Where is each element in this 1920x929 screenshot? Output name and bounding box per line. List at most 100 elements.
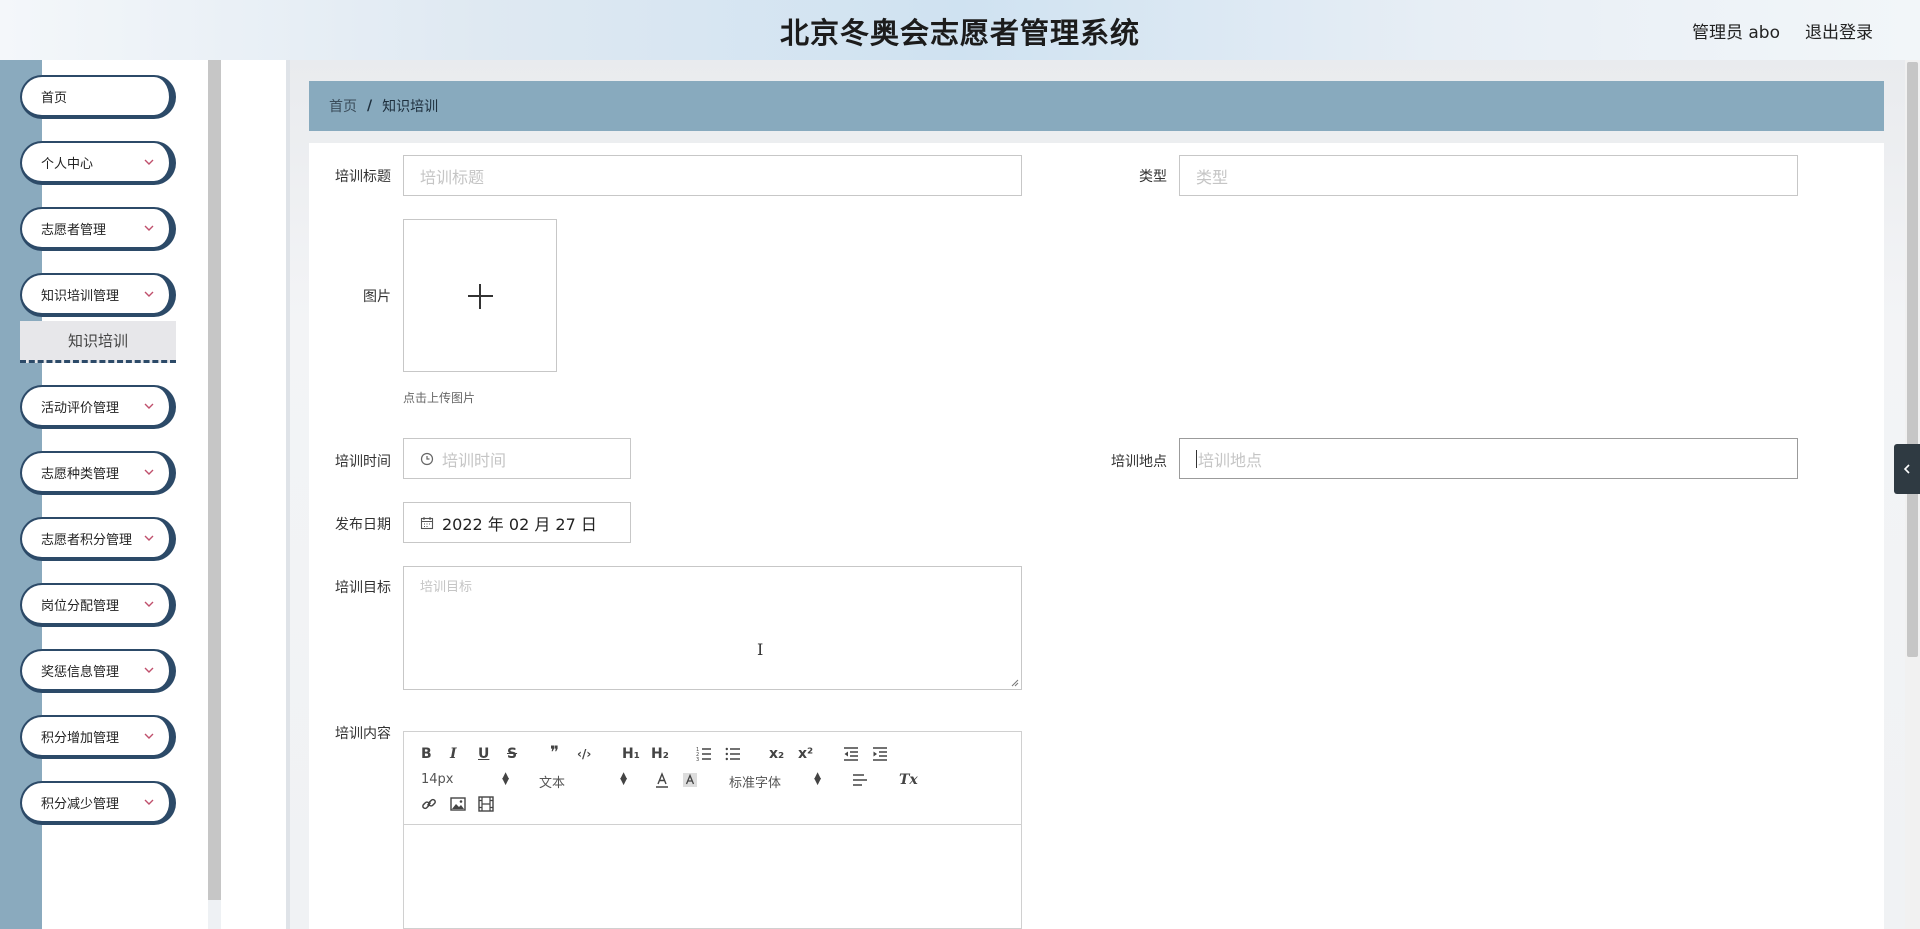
title-label: 培训标题 bbox=[335, 169, 391, 185]
chevron-down-icon bbox=[144, 403, 154, 409]
type-input[interactable]: 类型 bbox=[1179, 155, 1798, 196]
sidebar-item-personal-center[interactable]: 个人中心 bbox=[20, 141, 176, 185]
heading1-button[interactable]: H₁ bbox=[622, 746, 640, 762]
video-icon[interactable] bbox=[478, 796, 494, 812]
publish-date-label: 发布日期 bbox=[335, 517, 391, 533]
rich-text-editor[interactable]: B I U S ❞ ‹/› H₁ H₂ 123 x₂ x² 14px ▲ ▼ 文本… bbox=[403, 731, 1022, 929]
header-user-area: 管理员 abo 退出登录 bbox=[1692, 18, 1873, 43]
sidebar-item-label: 积分增加管理 bbox=[41, 730, 120, 746]
page-scrollbar-thumb[interactable] bbox=[1907, 62, 1918, 657]
logout-link[interactable]: 退出登录 bbox=[1805, 18, 1873, 43]
time-picker[interactable]: 培训时间 bbox=[403, 438, 631, 479]
title-input[interactable]: 培训标题 bbox=[403, 155, 1022, 196]
upload-hint: 点击上传图片 bbox=[403, 391, 476, 405]
calendar-icon bbox=[420, 516, 434, 529]
sidebar-item-home[interactable]: 首页 bbox=[20, 75, 176, 119]
app-title: 北京冬奥会志愿者管理系统 bbox=[779, 16, 1140, 50]
chevron-down-icon bbox=[144, 733, 154, 739]
chevron-up-icon bbox=[144, 291, 154, 297]
time-label: 培训时间 bbox=[335, 454, 391, 470]
superscript-button[interactable]: x² bbox=[798, 746, 813, 762]
chevron-down-icon bbox=[144, 799, 154, 805]
content-label: 培训内容 bbox=[335, 726, 391, 742]
indent-icon[interactable] bbox=[872, 746, 888, 762]
side-panel-toggle[interactable] bbox=[1894, 444, 1920, 494]
sidebar-item-reward-mgmt[interactable]: 奖惩信息管理 bbox=[20, 649, 176, 693]
chevron-down-icon bbox=[144, 469, 154, 475]
sidebar-scrollbar[interactable] bbox=[208, 60, 221, 900]
chevron-down-icon bbox=[144, 535, 154, 541]
sidebar-item-label: 志愿种类管理 bbox=[41, 466, 120, 482]
clear-format-button[interactable]: Tx bbox=[899, 772, 918, 788]
breadcrumb-current: 知识培训 bbox=[382, 99, 439, 115]
font-size-value: 14px bbox=[421, 772, 454, 787]
clock-icon bbox=[420, 452, 434, 465]
sidebar-item-label: 首页 bbox=[41, 90, 68, 106]
sidebar-item-label: 知识培训管理 bbox=[41, 288, 120, 304]
strikethrough-button[interactable]: S bbox=[507, 746, 517, 762]
bold-button[interactable]: B bbox=[421, 746, 432, 762]
sidebar-item-label: 活动评价管理 bbox=[41, 400, 120, 416]
background-color-icon[interactable] bbox=[682, 772, 698, 788]
align-left-icon[interactable] bbox=[852, 772, 868, 788]
font-family-value: 标准字体 bbox=[729, 776, 782, 791]
text-caret bbox=[1196, 449, 1197, 468]
location-placeholder: 培训地点 bbox=[1198, 450, 1263, 470]
chevron-left-icon bbox=[1903, 464, 1910, 474]
svg-text:3: 3 bbox=[696, 757, 699, 762]
subscript-button[interactable]: x₂ bbox=[769, 746, 784, 762]
breadcrumb-separator: / bbox=[367, 98, 373, 114]
location-input[interactable]: 培训地点 bbox=[1179, 438, 1798, 479]
sidebar-item-points-add-mgmt[interactable]: 积分增加管理 bbox=[20, 715, 176, 759]
sidebar-item-label: 奖惩信息管理 bbox=[41, 664, 120, 680]
chevron-down-icon bbox=[144, 667, 154, 673]
image-upload-button[interactable] bbox=[403, 219, 557, 372]
chevron-down-icon bbox=[144, 225, 154, 231]
font-size-select[interactable]: 14px ▲ ▼ bbox=[421, 771, 509, 788]
image-icon[interactable] bbox=[450, 796, 466, 812]
block-type-select[interactable]: 文本 ▲ ▼ bbox=[539, 771, 627, 792]
time-placeholder: 培训时间 bbox=[442, 450, 507, 470]
bullet-list-icon[interactable] bbox=[725, 746, 741, 762]
breadcrumb-home[interactable]: 首页 bbox=[329, 96, 357, 116]
sidebar-gutter bbox=[221, 60, 288, 929]
sidebar-item-label: 积分减少管理 bbox=[41, 796, 120, 812]
link-icon[interactable] bbox=[421, 796, 437, 812]
sidebar-item-training-mgmt[interactable]: 知识培训管理 bbox=[20, 273, 176, 317]
font-color-icon[interactable] bbox=[654, 772, 670, 788]
chevron-down-icon bbox=[144, 601, 154, 607]
sidebar-item-category-mgmt[interactable]: 志愿种类管理 bbox=[20, 451, 176, 495]
type-placeholder: 类型 bbox=[1196, 167, 1229, 187]
ordered-list-icon[interactable]: 123 bbox=[696, 746, 712, 762]
sidebar-item-position-mgmt[interactable]: 岗位分配管理 bbox=[20, 583, 176, 627]
sidebar-item-label: 志愿者管理 bbox=[41, 222, 107, 238]
blockquote-button[interactable]: ❞ bbox=[550, 745, 559, 762]
sidebar-item-evaluation-mgmt[interactable]: 活动评价管理 bbox=[20, 385, 176, 429]
goal-label: 培训目标 bbox=[335, 580, 391, 596]
underline-button[interactable]: U bbox=[478, 746, 489, 762]
publish-date-picker[interactable]: 2022 年 02 月 27 日 bbox=[403, 502, 631, 543]
resize-handle-icon[interactable] bbox=[1011, 679, 1019, 687]
goal-placeholder: 培训目标 bbox=[420, 580, 473, 595]
sidebar-subitem-training[interactable]: 知识培训 bbox=[20, 321, 176, 363]
outdent-icon[interactable] bbox=[843, 746, 859, 762]
sidebar-item-points-mgmt[interactable]: 志愿者积分管理 bbox=[20, 517, 176, 561]
select-arrows-icon: ▲ ▼ bbox=[502, 771, 509, 787]
sidebar-item-points-reduce-mgmt[interactable]: 积分减少管理 bbox=[20, 781, 176, 825]
heading2-button[interactable]: H₂ bbox=[651, 746, 669, 762]
image-label: 图片 bbox=[363, 289, 391, 305]
plus-icon-vertical bbox=[479, 284, 481, 309]
top-header: 北京冬奥会志愿者管理系统 管理员 abo 退出登录 bbox=[0, 0, 1920, 60]
editor-toolbar: B I U S ❞ ‹/› H₁ H₂ 123 x₂ x² 14px ▲ ▼ 文本… bbox=[404, 732, 1021, 825]
sidebar-item-label: 个人中心 bbox=[41, 156, 94, 172]
chevron-down-icon bbox=[144, 159, 154, 165]
code-block-button[interactable]: ‹/› bbox=[577, 746, 591, 762]
select-arrows-icon: ▲ ▼ bbox=[620, 771, 627, 787]
sidebar-item-volunteer-mgmt[interactable]: 志愿者管理 bbox=[20, 207, 176, 251]
goal-textarea[interactable]: 培训目标 bbox=[403, 566, 1022, 690]
italic-button[interactable]: I bbox=[450, 746, 457, 762]
font-family-select[interactable]: 标准字体 ▲ ▼ bbox=[729, 772, 821, 792]
publish-date-value: 2022 年 02 月 27 日 bbox=[442, 514, 597, 534]
location-label: 培训地点 bbox=[1111, 454, 1167, 470]
admin-user-label[interactable]: 管理员 abo bbox=[1692, 18, 1780, 43]
